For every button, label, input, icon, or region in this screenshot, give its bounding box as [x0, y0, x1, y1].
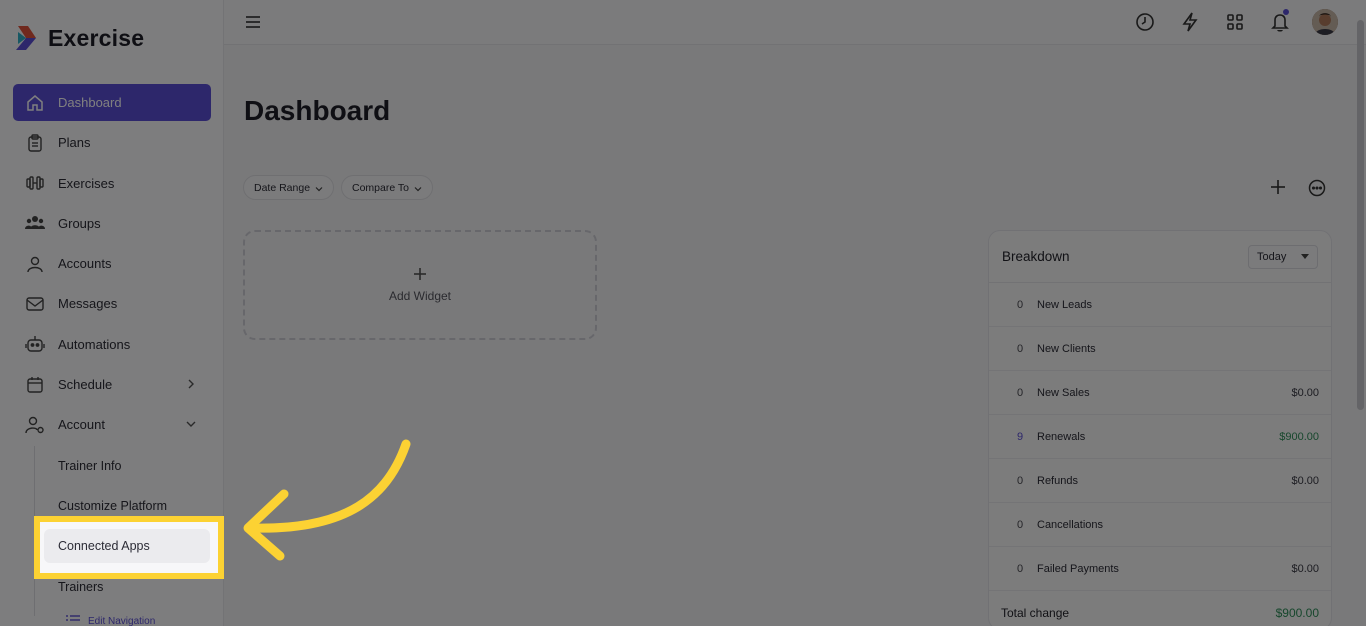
sidebar-item-groups[interactable]: Groups	[13, 205, 211, 242]
breakdown-row: 0 Refunds $0.00	[989, 459, 1331, 503]
total-amount: $900.00	[1275, 606, 1319, 620]
calendar-icon	[25, 375, 45, 395]
robot-icon	[25, 334, 45, 354]
user-icon	[25, 254, 45, 274]
more-options-icon[interactable]	[1308, 179, 1326, 197]
row-count: 0	[1017, 298, 1024, 311]
clock-icon[interactable]	[1132, 9, 1157, 35]
sidebar-item-label: Automations	[58, 336, 131, 352]
logo-icon	[14, 24, 40, 52]
list-icon	[66, 615, 80, 626]
lightning-icon[interactable]	[1177, 9, 1202, 35]
dumbbell-icon	[25, 173, 45, 193]
row-amount: $0.00	[1291, 562, 1319, 575]
chevron-down-icon	[414, 184, 422, 192]
caret-down-icon	[1301, 251, 1309, 263]
sidebar-item-account[interactable]: Account	[13, 406, 211, 443]
row-label: New Clients	[1037, 342, 1096, 355]
sidebar-item-accounts[interactable]: Accounts	[13, 245, 211, 282]
sidebar-item-messages[interactable]: Messages	[13, 285, 211, 322]
edit-navigation-link[interactable]: Edit Navigation	[66, 615, 155, 626]
subnav-item-connected-apps[interactable]: Connected Apps	[44, 529, 210, 563]
sidebar-item-label: Accounts	[58, 256, 112, 272]
row-label: New Leads	[1037, 298, 1093, 311]
row-count: 0	[1017, 562, 1024, 575]
subnav-item-trainer-info[interactable]: Trainer Info	[35, 446, 214, 486]
row-count: 9	[1017, 430, 1024, 443]
row-label: Cancellations	[1037, 518, 1104, 531]
compare-to-filter[interactable]: Compare To	[341, 175, 434, 200]
breakdown-row: 0 New Sales $0.00	[989, 371, 1331, 415]
user-gear-icon	[25, 415, 45, 435]
sidebar-item-label: Messages	[58, 296, 118, 312]
sidebar-item-dashboard[interactable]: Dashboard	[13, 84, 211, 121]
menu-icon[interactable]	[244, 14, 262, 30]
sidebar-item-schedule[interactable]: Schedule	[13, 366, 211, 403]
date-range-filter[interactable]: Date Range	[243, 175, 335, 200]
sidebar-item-label: Schedule	[58, 377, 113, 393]
add-widget-label: Add Widget	[388, 289, 452, 303]
app-name: Exercise	[48, 24, 145, 51]
breakdown-title: Breakdown	[1002, 249, 1070, 264]
chevron-down-icon	[185, 418, 197, 430]
row-label: Renewals	[1037, 430, 1086, 443]
add-widget-button[interactable]: Add Widget	[243, 230, 597, 340]
row-label: Refunds	[1037, 474, 1078, 487]
notification-dot	[1283, 9, 1289, 15]
home-icon	[25, 93, 45, 113]
users-icon	[25, 213, 45, 233]
compare-to-label: Compare To	[352, 181, 410, 194]
breakdown-row: 0 Cancellations	[989, 503, 1331, 547]
scrollbar[interactable]	[1357, 20, 1364, 410]
sidebar-item-exercises[interactable]: Exercises	[13, 165, 211, 202]
breakdown-row: 0 Failed Payments $0.00	[989, 547, 1331, 591]
period-value: Today	[1257, 250, 1287, 263]
row-count: 0	[1017, 386, 1024, 399]
period-select[interactable]: Today	[1248, 244, 1318, 269]
sidebar-item-automations[interactable]: Automations	[13, 326, 211, 363]
pointer-arrow-icon	[243, 439, 411, 561]
row-count: 0	[1017, 342, 1024, 355]
breakdown-card: Breakdown Today 0 New Leads 0 New Client…	[988, 230, 1332, 626]
apps-grid-icon[interactable]	[1222, 9, 1247, 35]
edit-navigation-label: Edit Navigation	[88, 616, 156, 626]
clipboard-icon	[25, 133, 45, 153]
mail-icon	[25, 294, 45, 314]
sidebar-item-label: Groups	[58, 215, 101, 231]
chevron-right-icon	[185, 378, 197, 390]
row-count: 0	[1017, 474, 1024, 487]
breakdown-row: 0 New Leads	[989, 283, 1331, 327]
breakdown-header: Breakdown Today	[989, 231, 1331, 283]
date-range-label: Date Range	[254, 181, 311, 194]
add-icon[interactable]	[1270, 179, 1286, 195]
sidebar-item-plans[interactable]: Plans	[13, 124, 211, 161]
main-nav: Dashboard Plans Exercises Groups Account…	[13, 84, 211, 447]
breakdown-row: 0 New Clients	[989, 327, 1331, 371]
sidebar-item-label: Exercises	[58, 175, 115, 191]
page-title: Dashboard	[244, 95, 391, 126]
plus-icon	[413, 267, 427, 281]
row-label: Failed Payments	[1037, 562, 1119, 575]
row-label: New Sales	[1037, 386, 1090, 399]
total-label: Total change	[1001, 606, 1070, 620]
breakdown-total: Total change $900.00	[989, 591, 1331, 626]
top-icons	[1132, 9, 1338, 35]
connected-apps-label: Connected Apps	[58, 539, 150, 553]
sidebar-item-label: Account	[58, 417, 105, 433]
row-amount: $0.00	[1291, 386, 1319, 399]
row-amount: $900.00	[1279, 430, 1319, 443]
avatar[interactable]	[1312, 9, 1338, 35]
breakdown-row: 9 Renewals $900.00	[989, 415, 1331, 459]
sidebar-item-label: Dashboard	[58, 95, 122, 110]
row-amount: $0.00	[1291, 474, 1319, 487]
bell-icon[interactable]	[1267, 9, 1292, 35]
row-count: 0	[1017, 518, 1024, 531]
sidebar-item-label: Plans	[58, 135, 91, 151]
chevron-down-icon	[315, 184, 323, 192]
app-logo[interactable]: Exercise	[14, 24, 144, 52]
top-bar	[224, 0, 1366, 45]
